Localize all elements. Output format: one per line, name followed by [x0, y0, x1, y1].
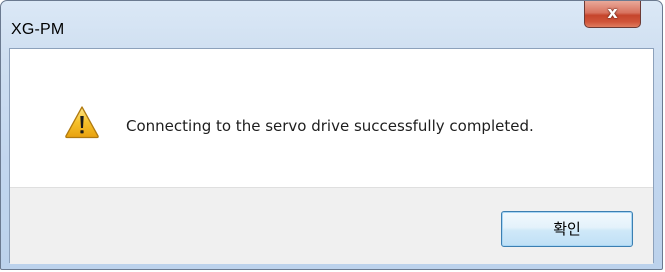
- ok-button[interactable]: 확인: [501, 211, 633, 247]
- message-text: Connecting to the servo drive successful…: [126, 117, 534, 135]
- button-area: 확인: [10, 187, 653, 264]
- window-title: XG-PM: [11, 21, 65, 38]
- dialog-window: XG-PM x Connecting to the servo drive su…: [0, 0, 663, 270]
- warning-icon: [65, 106, 99, 139]
- message-area: Connecting to the servo drive successful…: [10, 49, 653, 187]
- title-bar[interactable]: XG-PM x: [1, 1, 662, 47]
- close-icon: x: [607, 3, 618, 22]
- close-button[interactable]: x: [584, 1, 641, 28]
- dialog-client-area: Connecting to the servo drive successful…: [9, 48, 654, 264]
